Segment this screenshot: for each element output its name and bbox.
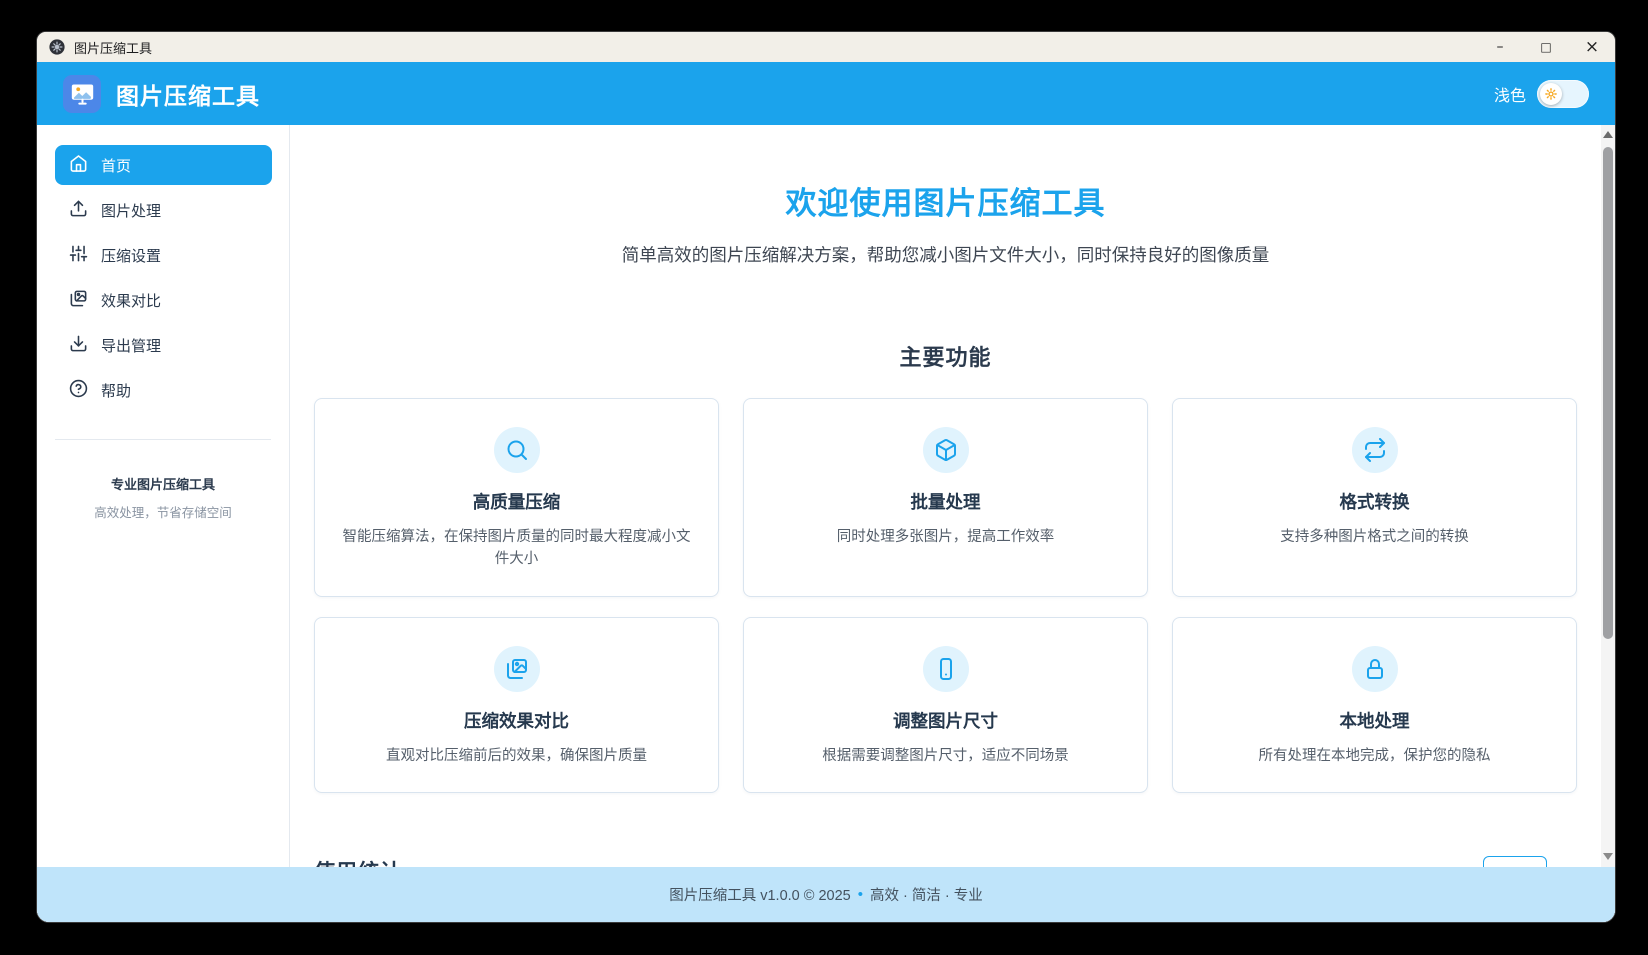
smartphone-icon	[923, 646, 969, 692]
sidebar-item[interactable]: 效果对比	[55, 280, 272, 320]
welcome-title: 欢迎使用图片压缩工具	[314, 178, 1577, 223]
repeat-icon	[1352, 427, 1398, 473]
app-header: 图片压缩工具 浅色	[37, 62, 1615, 125]
app-footer: 图片压缩工具 v1.0.0 © 2025 • 高效 · 简洁 · 专业	[37, 867, 1615, 922]
sliders-icon	[69, 244, 88, 267]
window-title: 图片压缩工具	[74, 38, 152, 57]
sidebar-divider	[55, 439, 271, 440]
sun-icon	[1540, 83, 1562, 105]
feature-card[interactable]: 格式转换 支持多种图片格式之间的转换	[1172, 398, 1577, 597]
theme-label: 浅色	[1494, 82, 1526, 106]
footer-bullet: •	[858, 886, 863, 903]
scrollbar-up-icon[interactable]	[1603, 131, 1613, 138]
sidebar-item[interactable]: 导出管理	[55, 325, 272, 365]
window-controls: – □ ×	[1477, 32, 1615, 62]
titlebar: 图片压缩工具 – □ ×	[37, 32, 1615, 62]
feature-card-title: 压缩效果对比	[337, 708, 696, 733]
feature-cards: 高质量压缩 智能压缩算法，在保持图片质量的同时最大程度减小文件大小 批量处理 同…	[314, 398, 1577, 793]
lock-icon	[1352, 646, 1398, 692]
images-icon	[69, 289, 88, 312]
feature-card[interactable]: 压缩效果对比 直观对比压缩前后的效果，确保图片质量	[314, 617, 719, 793]
feature-card-title: 本地处理	[1195, 708, 1554, 733]
sidebar-item-label: 效果对比	[101, 290, 161, 311]
main-content: 欢迎使用图片压缩工具 简单高效的图片压缩解决方案，帮助您减小图片文件大小，同时保…	[290, 125, 1601, 922]
feature-card-description: 智能压缩算法，在保持图片质量的同时最大程度减小文件大小	[337, 526, 696, 571]
close-button[interactable]: ×	[1569, 32, 1615, 62]
help-icon	[69, 379, 88, 402]
app-icon	[49, 39, 65, 55]
search-icon	[494, 427, 540, 473]
sidebar: 首页 图片处理 压缩设置 效果对比	[37, 125, 290, 922]
sidebar-item-label: 首页	[101, 155, 131, 176]
app-title: 图片压缩工具	[116, 77, 260, 111]
footer-text-left: 图片压缩工具 v1.0.0 © 2025	[669, 884, 851, 905]
sidebar-item[interactable]: 首页	[55, 145, 272, 185]
theme-switcher: 浅色	[1494, 80, 1589, 108]
sidebar-item-label: 图片处理	[101, 200, 161, 221]
scrollbar-thumb[interactable]	[1603, 147, 1613, 639]
app-logo-icon	[63, 75, 101, 113]
sidebar-item-label: 帮助	[101, 380, 131, 401]
upload-icon	[69, 199, 88, 222]
feature-card-description: 所有处理在本地完成，保护您的隐私	[1195, 745, 1554, 767]
sidebar-item[interactable]: 压缩设置	[55, 235, 272, 275]
sidebar-footer-title: 专业图片压缩工具	[49, 474, 277, 493]
theme-toggle[interactable]	[1537, 80, 1589, 108]
feature-card[interactable]: 批量处理 同时处理多张图片，提高工作效率	[743, 398, 1148, 597]
scrollbar-down-icon[interactable]	[1603, 853, 1613, 860]
feature-card-description: 根据需要调整图片尺寸，适应不同场景	[766, 745, 1125, 767]
feature-card-description: 同时处理多张图片，提高工作效率	[766, 526, 1125, 548]
images-icon	[494, 646, 540, 692]
download-icon	[69, 334, 88, 357]
scrollbar[interactable]	[1601, 125, 1615, 922]
package-icon	[923, 427, 969, 473]
maximize-button[interactable]: □	[1523, 32, 1569, 62]
feature-card[interactable]: 高质量压缩 智能压缩算法，在保持图片质量的同时最大程度减小文件大小	[314, 398, 719, 597]
feature-card-title: 调整图片尺寸	[766, 708, 1125, 733]
sidebar-item-label: 压缩设置	[101, 245, 161, 266]
features-heading: 主要功能	[314, 340, 1577, 372]
feature-card[interactable]: 本地处理 所有处理在本地完成，保护您的隐私	[1172, 617, 1577, 793]
sidebar-footer-subtitle: 高效处理，节省存储空间	[49, 502, 277, 521]
feature-card-description: 直观对比压缩前后的效果，确保图片质量	[337, 745, 696, 767]
feature-card-title: 高质量压缩	[337, 489, 696, 514]
welcome-subtitle: 简单高效的图片压缩解决方案，帮助您减小图片文件大小，同时保持良好的图像质量	[314, 242, 1577, 267]
feature-card-title: 批量处理	[766, 489, 1125, 514]
sidebar-footer: 专业图片压缩工具 高效处理，节省存储空间	[37, 474, 289, 521]
sidebar-item[interactable]: 帮助	[55, 370, 272, 410]
sidebar-item-label: 导出管理	[101, 335, 161, 356]
footer-text-right: 高效 · 简洁 · 专业	[870, 884, 983, 905]
app-window: 图片压缩工具 – □ × 图片压缩工具 浅色 首页	[37, 32, 1615, 922]
home-icon	[69, 154, 88, 177]
minimize-button[interactable]: –	[1477, 32, 1523, 62]
window-body: 首页 图片处理 压缩设置 效果对比	[37, 125, 1615, 922]
sidebar-item[interactable]: 图片处理	[55, 190, 272, 230]
feature-card-description: 支持多种图片格式之间的转换	[1195, 526, 1554, 548]
feature-card[interactable]: 调整图片尺寸 根据需要调整图片尺寸，适应不同场景	[743, 617, 1148, 793]
feature-card-title: 格式转换	[1195, 489, 1554, 514]
